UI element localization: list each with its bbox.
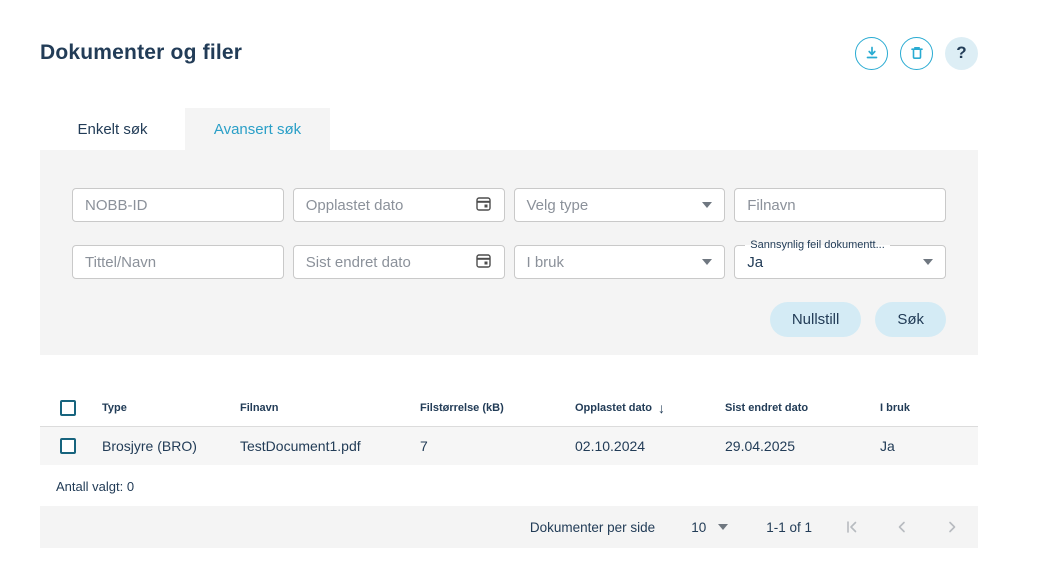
chevron-down-icon (702, 202, 712, 208)
header-actions: ? (855, 37, 978, 70)
table-row[interactable]: Brosjyre (BRO) TestDocument1.pdf 7 02.10… (40, 427, 978, 465)
chevron-down-icon (718, 524, 728, 530)
help-button[interactable]: ? (945, 37, 978, 70)
probable-error-select[interactable]: Sannsynlig feil dokumentt... Ja (734, 245, 946, 279)
column-header-type[interactable]: Type (102, 402, 240, 414)
cell-i-bruk: Ja (880, 438, 978, 454)
delete-button[interactable] (900, 37, 933, 70)
title-input[interactable] (85, 254, 271, 271)
download-icon (864, 45, 880, 61)
filename-input[interactable] (747, 197, 933, 214)
cell-filstorrelse: 7 (420, 438, 575, 454)
column-header-filnavn[interactable]: Filnavn (240, 402, 420, 414)
nobb-id-input[interactable] (85, 197, 271, 214)
page-header: Dokumenter og filer ? (40, 0, 978, 72)
previous-page-button[interactable] (892, 517, 912, 537)
pagination-bar: Dokumenter per side 10 1-1 of 1 (40, 506, 978, 548)
select-all-checkbox[interactable] (60, 400, 76, 416)
row-checkbox[interactable] (60, 438, 76, 454)
probable-error-label: Sannsynlig feil dokumentt... (745, 239, 890, 251)
title-field (72, 245, 284, 279)
page-title: Dokumenter og filer (40, 41, 242, 65)
advanced-search-panel: Opplastet dato Velg type (40, 150, 978, 355)
modified-date-field[interactable]: Sist endret dato (293, 245, 505, 279)
uploaded-date-field[interactable]: Opplastet dato (293, 188, 505, 222)
type-select[interactable]: Velg type (514, 188, 726, 222)
chevron-down-icon (923, 259, 933, 265)
table-header-row: Type Filnavn Filstørrelse (kB) Opplastet… (40, 390, 978, 427)
column-header-i-bruk[interactable]: I bruk (880, 402, 978, 414)
in-use-select[interactable]: I bruk (514, 245, 726, 279)
tab-avansert-sok[interactable]: Avansert søk (185, 108, 330, 150)
search-button[interactable]: Søk (875, 302, 946, 337)
column-header-opplastet-dato[interactable]: Opplastet dato ↓ (575, 400, 725, 416)
trash-icon (909, 45, 925, 61)
nobb-id-field (72, 188, 284, 222)
column-header-sist-endret[interactable]: Sist endret dato (725, 402, 880, 414)
cell-type: Brosjyre (BRO) (102, 438, 240, 454)
chevron-left-icon (894, 519, 910, 535)
chevron-right-icon (944, 519, 960, 535)
next-page-button[interactable] (942, 517, 962, 537)
calendar-icon (475, 195, 492, 216)
calendar-icon (475, 252, 492, 273)
column-header-filstorrelse[interactable]: Filstørrelse (kB) (420, 402, 575, 414)
tab-enkelt-sok[interactable]: Enkelt søk (40, 108, 185, 150)
sort-desc-icon: ↓ (658, 400, 665, 416)
cell-opplastet-dato: 02.10.2024 (575, 438, 725, 454)
page-range-label: 1-1 of 1 (766, 520, 812, 535)
reset-button[interactable]: Nullstill (770, 302, 862, 337)
cell-sist-endret: 29.04.2025 (725, 438, 880, 454)
selected-count-label: Antall valgt: 0 (40, 465, 978, 506)
tab-bar: Enkelt søk Avansert søk (40, 108, 978, 150)
per-page-select[interactable]: 10 (691, 520, 728, 535)
help-icon: ? (956, 43, 966, 63)
chevron-down-icon (702, 259, 712, 265)
download-button[interactable] (855, 37, 888, 70)
per-page-label: Dokumenter per side (530, 520, 655, 535)
cell-filnavn: TestDocument1.pdf (240, 438, 420, 454)
first-page-button[interactable] (842, 517, 862, 537)
filename-field (734, 188, 946, 222)
documents-table: Type Filnavn Filstørrelse (kB) Opplastet… (40, 390, 978, 506)
first-page-icon (844, 519, 860, 535)
